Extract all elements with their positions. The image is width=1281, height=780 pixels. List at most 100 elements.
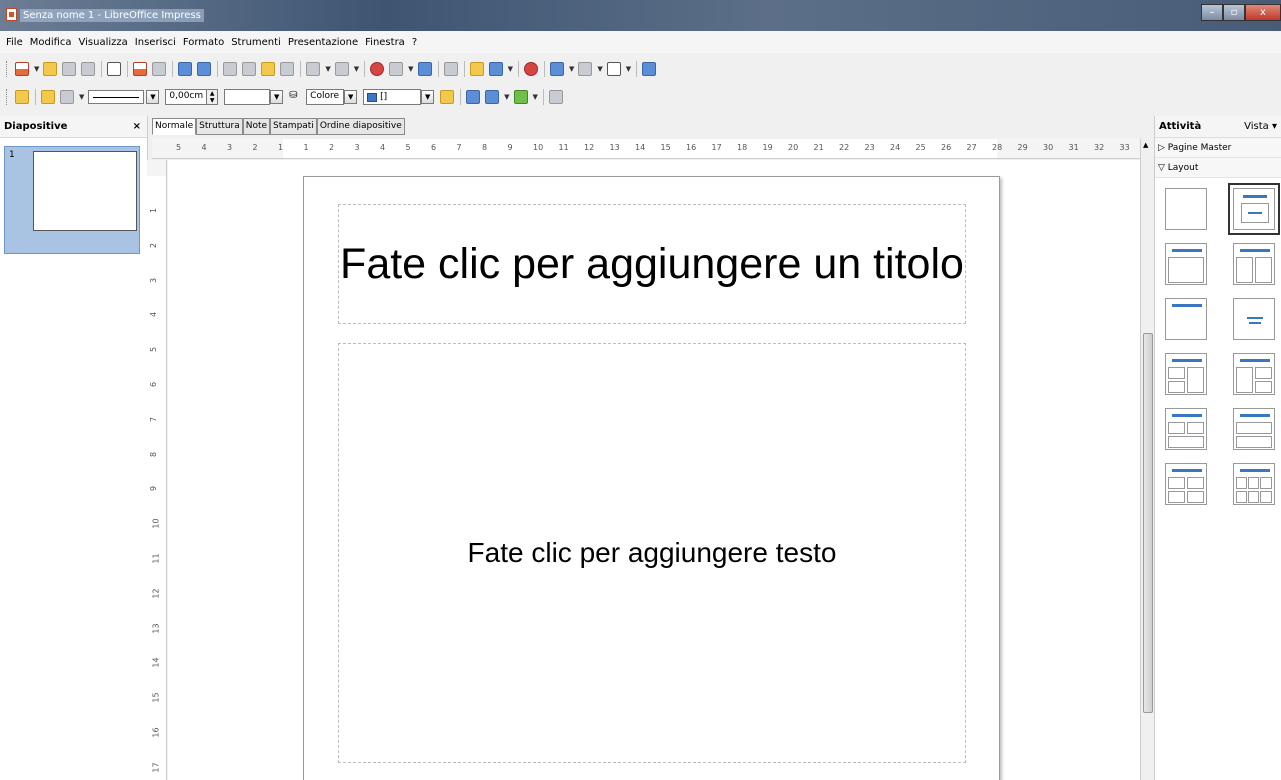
- toolbar-handle[interactable]: [6, 89, 9, 105]
- slide-design-icon[interactable]: [549, 62, 564, 76]
- chevron-down-icon[interactable]: ▼: [626, 65, 631, 73]
- body-placeholder[interactable]: Fate clic per aggiungere testo: [338, 343, 966, 763]
- new-slide-icon[interactable]: [606, 62, 621, 76]
- layout-title-content-2content[interactable]: [1233, 353, 1275, 395]
- chevron-down-icon[interactable]: ▼: [533, 93, 538, 101]
- view-menu-button[interactable]: Vista ▾: [1244, 121, 1277, 132]
- line-color-dropdown-icon[interactable]: ▼: [270, 90, 284, 104]
- menu-strumenti[interactable]: Strumenti: [231, 37, 281, 48]
- undo-icon[interactable]: [306, 62, 321, 76]
- copy-icon[interactable]: [242, 62, 257, 76]
- area-style-select[interactable]: Colore: [306, 89, 345, 105]
- print-icon[interactable]: [152, 62, 167, 76]
- shadow-icon[interactable]: [440, 90, 455, 104]
- scrollbar-thumb[interactable]: [1143, 333, 1153, 713]
- export-pdf-icon[interactable]: [133, 62, 148, 76]
- layout-title-content-over-content[interactable]: [1233, 408, 1275, 450]
- styles-formatting-icon[interactable]: [15, 90, 29, 104]
- slide-canvas[interactable]: Fate clic per aggiungere un titolo Fate …: [303, 176, 1000, 780]
- start-slideshow-icon[interactable]: [642, 62, 657, 76]
- layout-title-6content[interactable]: [1233, 463, 1275, 505]
- vertical-scrollbar[interactable]: ▲: [1140, 139, 1154, 780]
- chevron-down-icon[interactable]: ▼: [597, 65, 602, 73]
- align-icon[interactable]: [485, 90, 500, 104]
- arrange-icon[interactable]: [513, 90, 528, 104]
- chevron-down-icon[interactable]: ▼: [354, 65, 359, 73]
- chevron-down-icon[interactable]: ▼: [408, 65, 413, 73]
- paste-icon[interactable]: [261, 62, 276, 76]
- chevron-down-icon[interactable]: ▼: [325, 65, 330, 73]
- clone-formatting-icon[interactable]: [280, 62, 295, 76]
- line-icon[interactable]: [41, 90, 55, 104]
- points-icon[interactable]: [548, 90, 563, 104]
- layout-title-content-single[interactable]: [1165, 243, 1207, 285]
- slide-thumbnail[interactable]: 1: [4, 146, 140, 254]
- menu-inserisci[interactable]: Inserisci: [135, 37, 176, 48]
- menu-help[interactable]: ?: [412, 37, 417, 48]
- fill-bucket-icon[interactable]: ⛁: [289, 90, 301, 104]
- line-style-dropdown-icon[interactable]: ▼: [146, 90, 160, 104]
- layout-blank[interactable]: [1165, 188, 1207, 230]
- menu-presentazione[interactable]: Presentazione: [288, 37, 358, 48]
- maximize-button[interactable]: ▫: [1223, 4, 1245, 21]
- open-folder-icon[interactable]: [43, 62, 58, 76]
- chevron-down-icon[interactable]: ▼: [504, 93, 509, 101]
- menu-modifica[interactable]: Modifica: [30, 37, 72, 48]
- area-color-select[interactable]: []: [363, 89, 422, 105]
- layout-title-2content-over-content[interactable]: [1165, 408, 1207, 450]
- layout-title-4content[interactable]: [1165, 463, 1207, 505]
- chevron-down-icon[interactable]: ▼: [508, 65, 513, 73]
- layout-section[interactable]: ▽ Layout: [1155, 158, 1281, 178]
- layout-title-two-content[interactable]: [1233, 243, 1275, 285]
- spellcheck-icon[interactable]: [178, 62, 193, 76]
- close-window-button[interactable]: x: [1245, 4, 1281, 21]
- layout-title-2content-content[interactable]: [1165, 353, 1207, 395]
- save-icon[interactable]: [62, 62, 77, 76]
- line-width-field[interactable]: 0,00cm: [165, 89, 208, 105]
- toolbar-handle[interactable]: [6, 61, 9, 77]
- tab-ordine-diapositive[interactable]: Ordine diapositive: [316, 118, 405, 135]
- redo-icon[interactable]: [334, 62, 349, 76]
- line-style-select[interactable]: [88, 90, 145, 104]
- minimize-button[interactable]: –: [1201, 4, 1223, 21]
- area-color-dropdown-icon[interactable]: ▼: [421, 90, 435, 104]
- zoom-icon[interactable]: [488, 62, 503, 76]
- scroll-up-icon[interactable]: ▲: [1143, 141, 1148, 149]
- tab-struttura[interactable]: Struttura: [196, 118, 243, 135]
- tab-note[interactable]: Note: [242, 118, 271, 135]
- close-icon[interactable]: ×: [133, 121, 141, 132]
- edit-file-icon[interactable]: [107, 62, 122, 76]
- layout-centered-text[interactable]: [1233, 298, 1275, 340]
- chevron-down-icon[interactable]: ▼: [569, 65, 574, 73]
- chevron-down-icon[interactable]: ▼: [79, 93, 84, 101]
- rotate-icon[interactable]: [466, 90, 481, 104]
- menu-formato[interactable]: Formato: [183, 37, 224, 48]
- image-icon[interactable]: [417, 62, 432, 76]
- help-icon[interactable]: [523, 62, 538, 76]
- tab-normale[interactable]: Normale: [152, 118, 197, 135]
- email-icon[interactable]: [81, 62, 96, 76]
- menu-visualizza[interactable]: Visualizza: [79, 37, 128, 48]
- menu-file[interactable]: File: [6, 37, 23, 48]
- tab-stampati[interactable]: Stampati: [270, 118, 317, 135]
- horizontal-ruler[interactable]: 5 4 3 2 1 1 2 3 4 5 6 7 8 9 10 11 12 13 14 15 16 17 18 19 20 21 22…: [152, 139, 1140, 159]
- vertical-ruler[interactable]: 1 2 3 4 5 6 7 8 9 10 11 12 13 14 15 16 17: [147, 160, 167, 780]
- chevron-down-icon[interactable]: ▼: [34, 65, 39, 73]
- slide-edit-area[interactable]: Fate clic per aggiungere un titolo Fate …: [168, 160, 1140, 780]
- grid-icon[interactable]: [443, 62, 458, 76]
- layout-title-content[interactable]: [1228, 183, 1280, 235]
- navigator-icon[interactable]: [469, 62, 484, 76]
- chart-icon[interactable]: [370, 62, 385, 76]
- master-pages-section[interactable]: ▷ Pagine Master: [1155, 138, 1281, 158]
- display-mode-icon[interactable]: [578, 62, 593, 76]
- cut-icon[interactable]: [223, 62, 238, 76]
- new-document-icon[interactable]: [15, 62, 29, 76]
- layout-title-only[interactable]: [1165, 298, 1207, 340]
- line-color-select[interactable]: [224, 89, 271, 105]
- menu-finestra[interactable]: Finestra: [365, 37, 405, 48]
- title-placeholder[interactable]: Fate clic per aggiungere un titolo: [338, 204, 966, 324]
- table-icon[interactable]: [389, 62, 404, 76]
- arrow-style-icon[interactable]: [60, 90, 74, 104]
- line-width-spinner[interactable]: ▲ ▼: [207, 89, 219, 105]
- autospellcheck-icon[interactable]: [197, 62, 212, 76]
